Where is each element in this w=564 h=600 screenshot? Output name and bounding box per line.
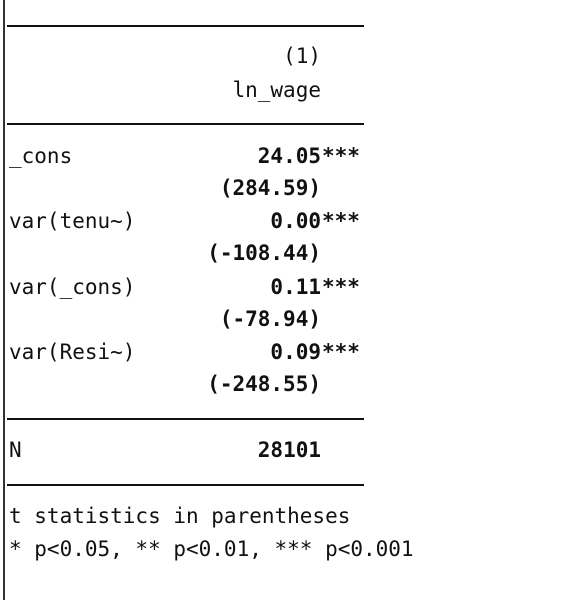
row-coef: 0.11 [270, 275, 321, 299]
n-value: 28101 [257, 438, 321, 462]
row-label: var(Resi~) [9, 340, 136, 364]
row-label: var(tenu~) [9, 209, 136, 233]
row-label: _cons [9, 144, 73, 168]
left-border [3, 0, 5, 600]
bottom-rule [7, 484, 364, 486]
column-number: (1) [283, 44, 321, 68]
header-rule [7, 123, 364, 125]
row-coef: 24.05 [257, 144, 321, 168]
row-coef: 0.00 [270, 209, 321, 233]
row-tstat: (-108.44) [207, 241, 321, 265]
column-name: ln_wage [232, 78, 321, 102]
footnote-significance: * p<0.05, ** p<0.01, *** p<0.001 [9, 537, 414, 561]
row-tstat: (-78.94) [219, 307, 321, 331]
n-label: N [9, 438, 22, 462]
row-stars: *** [322, 340, 360, 364]
row-tstat: (284.59) [219, 176, 321, 200]
row-label: var(_cons) [9, 275, 136, 299]
footnote-tstat: t statistics in parentheses [9, 504, 351, 528]
body-rule [7, 418, 364, 420]
top-rule [7, 25, 364, 27]
row-tstat: (-248.55) [207, 372, 321, 396]
row-stars: *** [322, 209, 360, 233]
row-stars: *** [322, 144, 360, 168]
row-coef: 0.09 [270, 340, 321, 364]
row-stars: *** [322, 275, 360, 299]
